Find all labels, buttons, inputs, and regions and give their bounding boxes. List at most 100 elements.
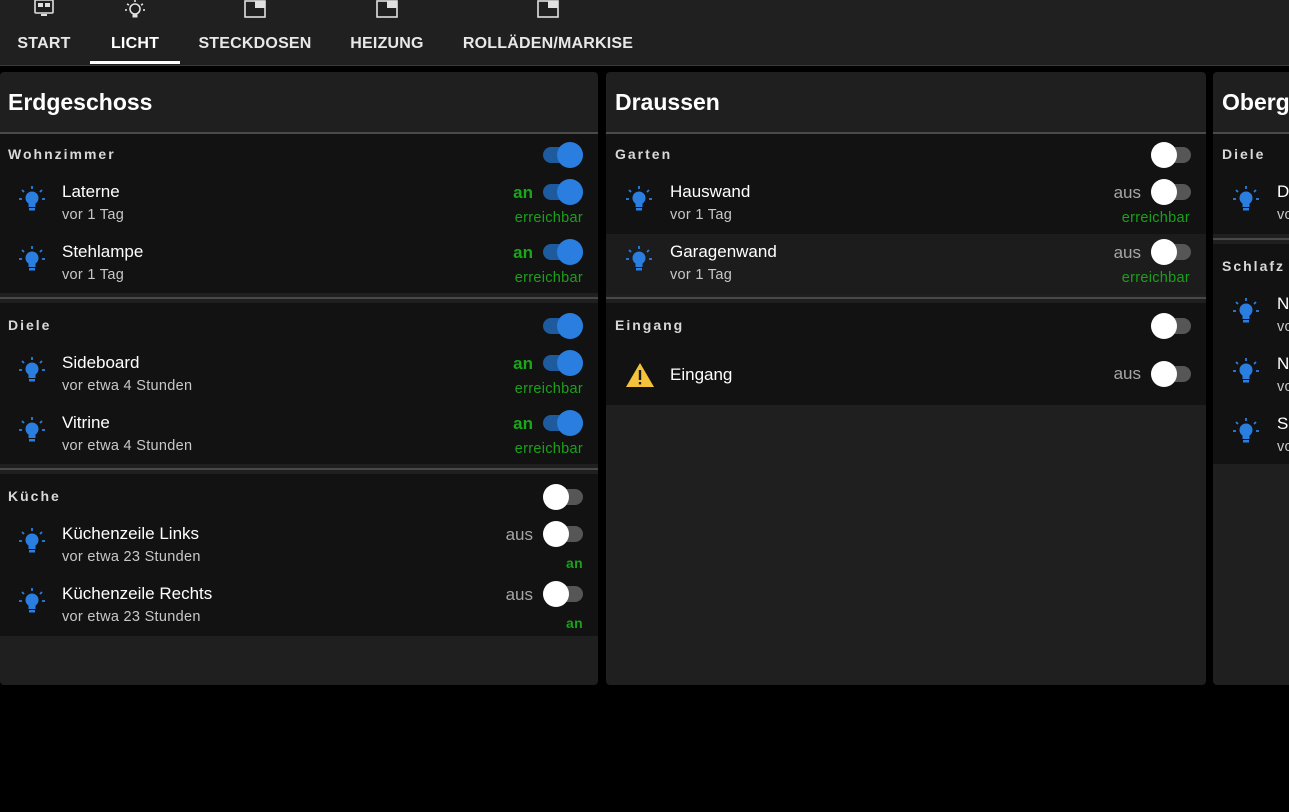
device-toggle[interactable]: [1151, 239, 1191, 265]
list-item[interactable]: S vo: [1213, 406, 1289, 466]
group-title: Küche: [8, 488, 61, 504]
group-title: Diele: [1222, 146, 1266, 162]
window-icon: [244, 0, 266, 22]
tab-start[interactable]: START: [0, 0, 88, 64]
state-text: aus: [1113, 364, 1141, 383]
list-item[interactable]: Küchenzeile Rechts vor etwa 23 Stunden a…: [0, 576, 598, 636]
device-name: Küchenzeile Links: [62, 524, 200, 543]
device-toggle[interactable]: [543, 179, 583, 205]
tab-licht[interactable]: LICHT: [90, 0, 180, 64]
reachability-text: erreichbar: [514, 381, 583, 397]
list-item[interactable]: Hauswand vor 1 Tag aus erreichbar: [606, 174, 1206, 234]
device-name: Hauswand: [670, 182, 751, 201]
tab-steckdosen[interactable]: STECKDOSEN: [190, 0, 320, 64]
divider: [0, 468, 598, 470]
group-garten: Garten Hauswand vor 1 Tag aus erreichbar…: [606, 134, 1206, 294]
device-name: Laterne: [62, 182, 120, 201]
tab-heizung[interactable]: HEIZUNG: [337, 0, 437, 64]
card-title: Erdgeschoss: [8, 89, 153, 115]
app-root: START LICHT STECKDOSEN HEIZUNG ROLLÄDEN/…: [0, 0, 1289, 812]
reachability-text: erreichbar: [1121, 210, 1190, 226]
lightbulb-icon: [124, 0, 146, 22]
device-toggle[interactable]: [1151, 179, 1191, 205]
last-changed: vor 1 Tag: [670, 267, 733, 283]
tab-label: START: [17, 35, 71, 52]
lightbulb-icon: [19, 528, 45, 553]
lightbulb-icon: [19, 186, 45, 211]
card-title: Oberg: [1222, 89, 1289, 115]
group-toggle[interactable]: [1151, 142, 1191, 168]
list-item[interactable]: Vitrine vor etwa 4 Stunden an erreichbar: [0, 405, 598, 465]
list-item[interactable]: Sideboard vor etwa 4 Stunden an erreichb…: [0, 345, 598, 405]
lightbulb-icon: [19, 417, 45, 442]
group-toggle[interactable]: [543, 142, 583, 168]
list-item[interactable]: Garagenwand vor 1 Tag aus erreichbar: [606, 234, 1206, 294]
lightbulb-icon: [19, 357, 45, 382]
list-item[interactable]: N vo: [1213, 346, 1289, 406]
device-name: Vitrine: [62, 413, 110, 432]
device-name: N: [1277, 354, 1289, 373]
device-toggle[interactable]: [543, 239, 583, 265]
group-toggle[interactable]: [1151, 313, 1191, 339]
device-name: N: [1277, 294, 1289, 313]
last-changed: vo: [1277, 207, 1289, 223]
reachability-text: an: [566, 555, 583, 571]
window-icon: [537, 0, 559, 22]
window-icon: [376, 0, 398, 22]
state-text: aus: [1113, 183, 1141, 202]
group-diele: Diele Sideboard vor etwa 4 Stunden an er…: [0, 303, 598, 464]
divider: [606, 297, 1206, 299]
tab-label: LICHT: [110, 35, 160, 52]
device-toggle[interactable]: [543, 350, 583, 376]
device-name: S: [1277, 414, 1289, 433]
card-erdgeschoss: Erdgeschoss Wohnzimmer Laterne vor 1 Tag…: [0, 72, 598, 685]
group-schlafzimmer: Schlafz N vo N vo S vo: [1213, 244, 1289, 464]
reachability-text: erreichbar: [514, 270, 583, 286]
list-item[interactable]: Eingang aus: [606, 345, 1206, 405]
list-item[interactable]: Küchenzeile Links vor etwa 23 Stunden au…: [0, 516, 598, 576]
group-kueche: Küche Küchenzeile Links vor etwa 23 Stun…: [0, 474, 598, 636]
divider: [1213, 238, 1289, 240]
group-title: Eingang: [615, 317, 685, 333]
tab-rolladen-markise[interactable]: ROLLÄDEN/MARKISE: [458, 0, 638, 64]
device-toggle[interactable]: [1151, 361, 1191, 387]
lightbulb-icon: [19, 588, 45, 613]
reachability-text: an: [566, 615, 583, 631]
last-changed: vor 1 Tag: [62, 267, 125, 283]
state-text: aus: [1113, 243, 1141, 262]
reachability-text: erreichbar: [514, 441, 583, 457]
tab-label: ROLLÄDEN/MARKISE: [462, 35, 634, 52]
active-tab-indicator: [90, 61, 180, 64]
list-item[interactable]: Stehlampe vor 1 Tag an erreichbar: [0, 234, 598, 294]
last-changed: vo: [1277, 319, 1289, 335]
list-item[interactable]: D vo: [1213, 174, 1289, 234]
state-text: aus: [505, 585, 533, 604]
lightbulb-icon: [1233, 418, 1259, 443]
device-toggle[interactable]: [543, 581, 583, 607]
last-changed: vor etwa 4 Stunden: [62, 438, 193, 454]
last-changed: vor etwa 4 Stunden: [62, 378, 193, 394]
lightbulb-icon: [1233, 298, 1259, 323]
lightbulb-icon: [626, 186, 652, 211]
group-toggle[interactable]: [543, 313, 583, 339]
list-item[interactable]: Laterne vor 1 Tag an erreichbar: [0, 174, 598, 234]
top-tab-bar: START LICHT STECKDOSEN HEIZUNG ROLLÄDEN/…: [0, 0, 1289, 66]
last-changed: vor etwa 23 Stunden: [62, 549, 201, 565]
group-title: Schlafz: [1222, 258, 1286, 274]
device-name: Sideboard: [62, 353, 140, 372]
card-obergeschoss: Oberg Diele D vo Schlafz N vo N vo S vo: [1213, 72, 1289, 685]
group-wohnzimmer: Wohnzimmer Laterne vor 1 Tag an erreichb…: [0, 134, 598, 293]
last-changed: vor 1 Tag: [62, 207, 125, 223]
group-toggle[interactable]: [543, 484, 583, 510]
monitor-icon: [33, 0, 55, 22]
lightbulb-icon: [626, 246, 652, 271]
tab-label: STECKDOSEN: [198, 35, 312, 52]
state-text: an: [513, 354, 533, 373]
card-title: Draussen: [615, 89, 720, 115]
group-diele: Diele D vo: [1213, 134, 1289, 234]
list-item[interactable]: N vo: [1213, 286, 1289, 346]
lightbulb-icon: [1233, 186, 1259, 211]
warning-icon: [626, 363, 654, 387]
device-toggle[interactable]: [543, 410, 583, 436]
device-toggle[interactable]: [543, 521, 583, 547]
